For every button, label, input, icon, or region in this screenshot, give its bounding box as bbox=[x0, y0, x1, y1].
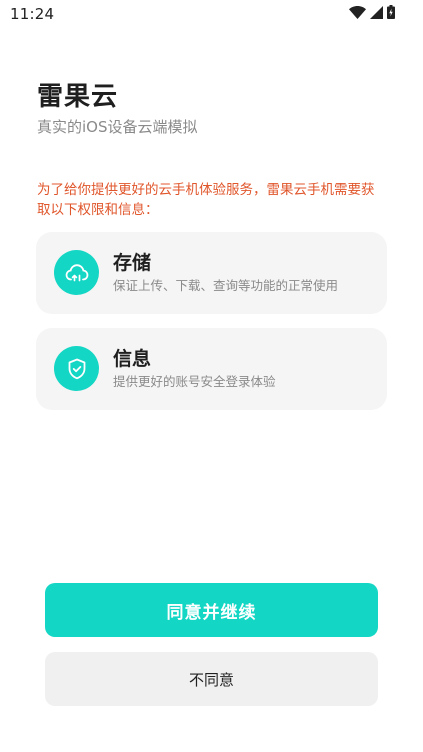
status-icons bbox=[349, 5, 395, 19]
shield-check-icon bbox=[54, 346, 99, 391]
permission-title: 存储 bbox=[113, 252, 152, 274]
disagree-button[interactable]: 不同意 bbox=[45, 652, 378, 706]
battery-charging-icon bbox=[387, 5, 395, 19]
permission-notice: 为了给你提供更好的云手机体验服务，雷果云手机需要获取以下权限和信息： bbox=[37, 182, 375, 218]
status-time: 11:24 bbox=[10, 5, 55, 23]
status-bar: 11:24 bbox=[0, 0, 423, 28]
app-subtitle: 真实的iOS设备云端模拟 bbox=[37, 118, 198, 136]
cloud-upload-icon bbox=[54, 250, 99, 295]
permission-description: 保证上传、下载、查询等功能的正常使用 bbox=[113, 278, 339, 293]
app-title: 雷果云 bbox=[37, 82, 119, 112]
wifi-icon bbox=[349, 5, 366, 19]
agree-continue-button[interactable]: 同意并继续 bbox=[45, 583, 378, 637]
cellular-signal-icon bbox=[370, 5, 383, 19]
permission-title: 信息 bbox=[113, 348, 152, 370]
permission-card-storage: 存储 保证上传、下载、查询等功能的正常使用 bbox=[36, 232, 387, 314]
permission-description: 提供更好的账号安全登录体验 bbox=[113, 374, 276, 389]
permission-card-info: 信息 提供更好的账号安全登录体验 bbox=[36, 328, 387, 410]
